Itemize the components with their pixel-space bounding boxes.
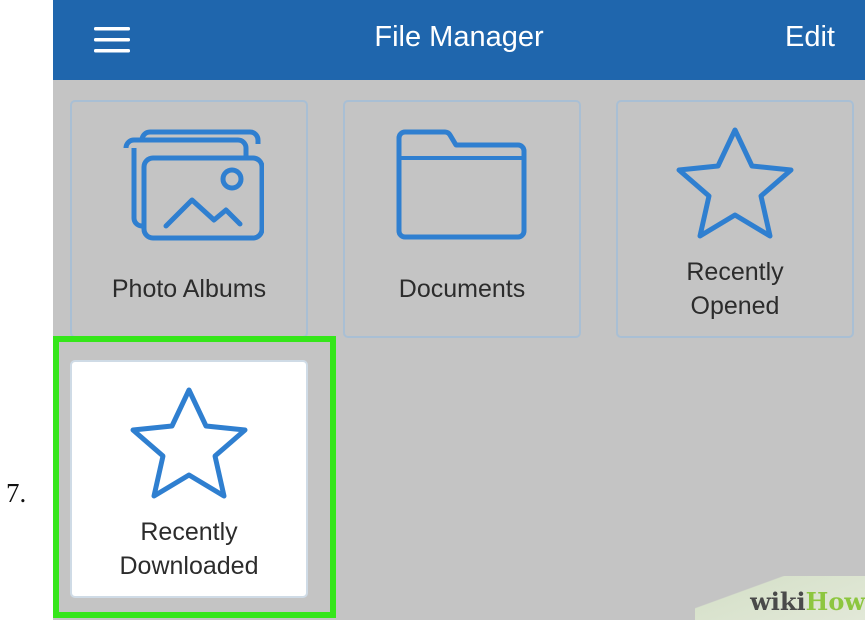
star-icon [618, 122, 852, 247]
tile-label: Documents [398, 275, 526, 303]
edit-button[interactable]: Edit [785, 21, 835, 54]
wikihow-wiki: wiki [750, 587, 806, 616]
menu-button[interactable] [87, 18, 137, 62]
wikihow-watermark: wikiHow [695, 576, 865, 620]
photo-albums-icon [72, 122, 306, 242]
wikihow-logo: wikiHow [750, 587, 865, 616]
nav-title: File Manager [374, 21, 544, 53]
file-manager-screen: File Manager Edit Photo Albums Documents [53, 0, 865, 620]
tile-label: Recently Opened [686, 258, 784, 320]
tile-recently-downloaded[interactable]: Recently Downloaded [70, 360, 308, 598]
tile-photo-albums[interactable]: Photo Albums [70, 100, 308, 338]
wikihow-how: How [805, 587, 865, 616]
tile-label: Recently Downloaded [119, 518, 259, 580]
nav-bar: File Manager Edit [53, 0, 865, 80]
star-icon [72, 382, 306, 507]
hamburger-menu-icon [94, 27, 130, 53]
tile-label: Photo Albums [111, 275, 267, 303]
tile-documents[interactable]: Documents [343, 100, 581, 338]
step-number: 7. [6, 478, 27, 508]
folder-icon [345, 122, 579, 242]
tile-recently-opened[interactable]: Recently Opened [616, 100, 854, 338]
